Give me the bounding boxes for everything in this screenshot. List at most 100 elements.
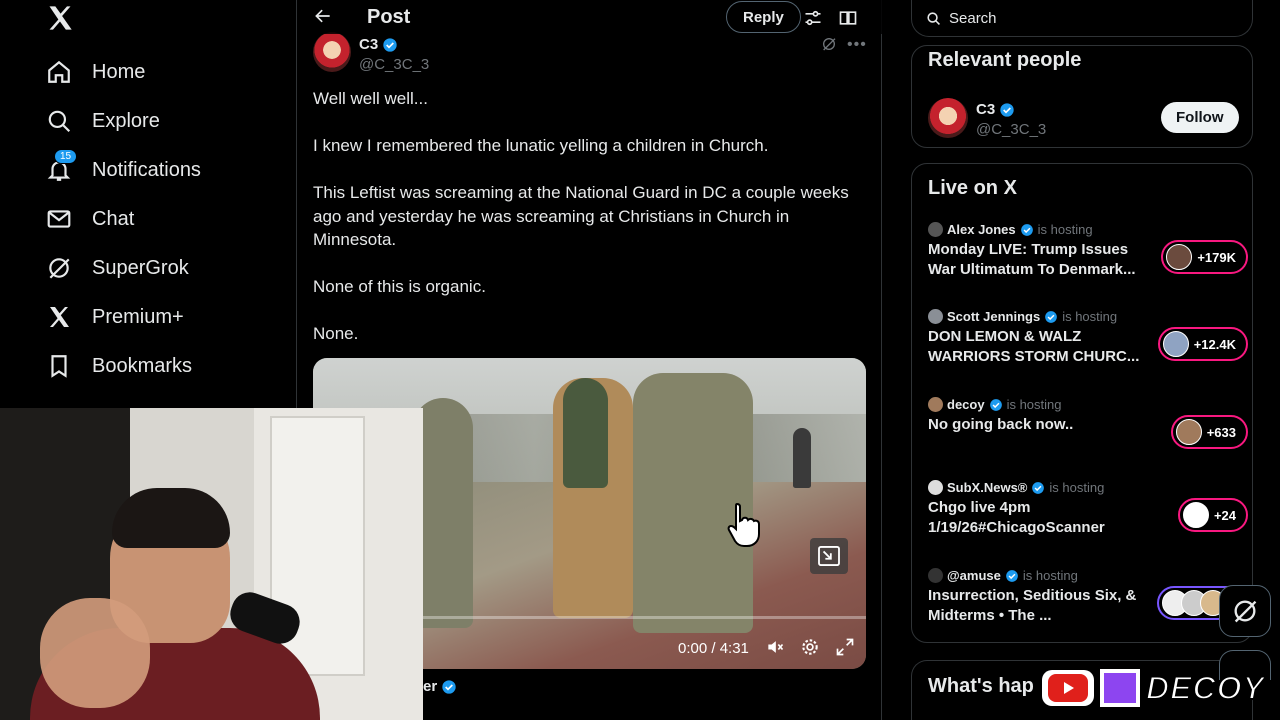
live-item[interactable]: Scott Jennings is hosting DON LEMON & WA… [928,309,1248,379]
post-author-handle[interactable]: @C_3C_3 [359,56,429,73]
live-item[interactable]: @amuse is hosting Insurrection, Seditiou… [928,568,1258,638]
author-name-text: C3 [359,36,379,53]
avatar [1166,244,1193,270]
search-icon [46,108,72,134]
nav-item-label: Bookmarks [92,354,193,377]
avatar [928,480,943,495]
live-listeners-pill[interactable]: +633 [1170,415,1248,449]
live-title: DON LEMON & WALZ WARRIORS STORM CHURC... [928,328,1140,365]
post-body: Well well well... I knew I remembered th… [313,87,863,369]
verified-badge-icon [989,398,1002,411]
twitch-logo-icon [1100,669,1140,707]
nav-item-label: Explore [92,109,160,132]
post-line: This Leftist was screaming at the Nation… [313,183,849,249]
follow-button[interactable]: Follow [1161,102,1239,133]
person-handle[interactable]: @C_3C_3 [976,121,1046,138]
nav-item-notifications[interactable]: 15 Notifications [46,148,201,192]
search-input[interactable]: Search [911,0,1253,37]
video-time: 0:00 / 4:31 [678,640,749,657]
avatar [1182,502,1209,528]
avatar [1175,419,1202,445]
notification-count-badge: 15 [54,149,78,164]
nav-item-label: Chat [92,207,135,230]
verified-badge-icon [1032,481,1045,494]
picture-in-picture-icon[interactable] [810,538,848,574]
settings-gear-icon[interactable] [800,637,820,657]
host-status: is hosting [1037,222,1093,237]
live-listeners-pill[interactable]: +24 [1177,498,1248,532]
host-status: is hosting [1006,397,1062,412]
host-name: Scott Jennings [947,309,1041,324]
nav-item-chat[interactable]: Chat [46,197,134,241]
verified-badge-icon [1006,569,1018,582]
nav-item-explore[interactable]: Explore [46,99,160,143]
home-icon [46,59,72,85]
mail-icon [46,206,72,232]
host-status: is hosting [1022,568,1078,583]
nav-item-label: Notifications [92,158,201,181]
live-item[interactable]: Alex Jones is hosting Monday LIVE: Trump… [928,222,1248,292]
x-icon [46,304,72,330]
stream-brand-overlay: DECOY [1042,668,1274,708]
post-header: Post Reply [297,0,883,34]
nav-item-bookmarks[interactable]: Bookmarks [46,344,192,388]
live-title: No going back now.. [928,416,1074,433]
card-title: Relevant people [928,49,1082,71]
streamer-webcam [0,408,423,720]
nav-item-home[interactable]: Home [46,50,145,94]
listener-count: +12.4K [1193,336,1236,352]
search-icon [927,11,940,25]
youtube-logo-icon [1042,670,1094,706]
host-name: @amuse [947,568,1001,583]
live-item[interactable]: SubX.News® is hosting Chgo live 4pm 1/19… [928,480,1248,550]
live-title: Chgo live 4pm 1/19/26#ChicagoScanner [928,499,1105,536]
nav-item-premium[interactable]: Premium+ [46,295,184,339]
hand-cursor-icon [725,500,765,548]
avatar [1162,331,1189,357]
webcam-person-hair [112,488,230,548]
filter-sliders-icon[interactable] [803,8,823,28]
host-status: is hosting [1049,480,1105,495]
live-listeners-pill[interactable]: +179K [1161,240,1248,274]
grok-icon[interactable] [821,36,839,54]
bookmark-icon [46,353,72,379]
avatar [928,397,943,412]
fullscreen-icon[interactable] [835,637,855,657]
live-listeners-pill[interactable]: +12.4K [1157,327,1248,361]
live-host: @amuse is hosting [928,568,1078,583]
next-post-author[interactable]: er [423,678,457,695]
more-options-icon[interactable]: ••• [847,36,867,54]
verified-badge-icon [1045,310,1058,323]
app: Home Explore 15 Notifications Chat Super… [0,0,1280,720]
bell-icon: 15 [46,149,78,183]
live-host: Scott Jennings is hosting [928,309,1117,324]
live-item[interactable]: decoy is hosting No going back now.. +63… [928,397,1248,467]
post-line: I knew I remembered the lunatic yelling … [313,136,769,155]
search-placeholder: Search [949,9,997,27]
post-line: None of this is organic. [313,277,486,296]
webcam-person-hand [40,598,150,708]
live-host: decoy is hosting [928,397,1062,412]
listener-count: +179K [1197,249,1236,265]
card-title: Live on X [928,177,1017,199]
reader-view-icon[interactable] [838,8,858,28]
volume-icon[interactable] [765,637,785,657]
avatar[interactable] [928,98,968,138]
live-title: Insurrection, Seditious Six, & Midterms … [928,587,1137,624]
x-logo-icon[interactable] [46,4,76,34]
reply-button[interactable]: Reply [726,1,801,33]
post-author-name[interactable]: C3 [359,36,398,53]
grok-floating-button[interactable] [1219,585,1271,637]
relevant-people-card: Relevant people C3 @C_3C_3 Follow [911,45,1253,148]
grok-icon [46,255,72,281]
grok-icon [1234,600,1257,623]
back-arrow-icon[interactable] [313,6,335,28]
avatar[interactable] [313,32,351,72]
nav-item-supergrok[interactable]: SuperGrok [46,246,189,290]
card-title: What's hap [928,675,1034,697]
verified-badge-icon [1000,102,1014,117]
avatar [928,222,943,237]
person-name[interactable]: C3 [976,101,1015,118]
host-status: is hosting [1062,309,1118,324]
person-name-text: C3 [976,101,996,118]
